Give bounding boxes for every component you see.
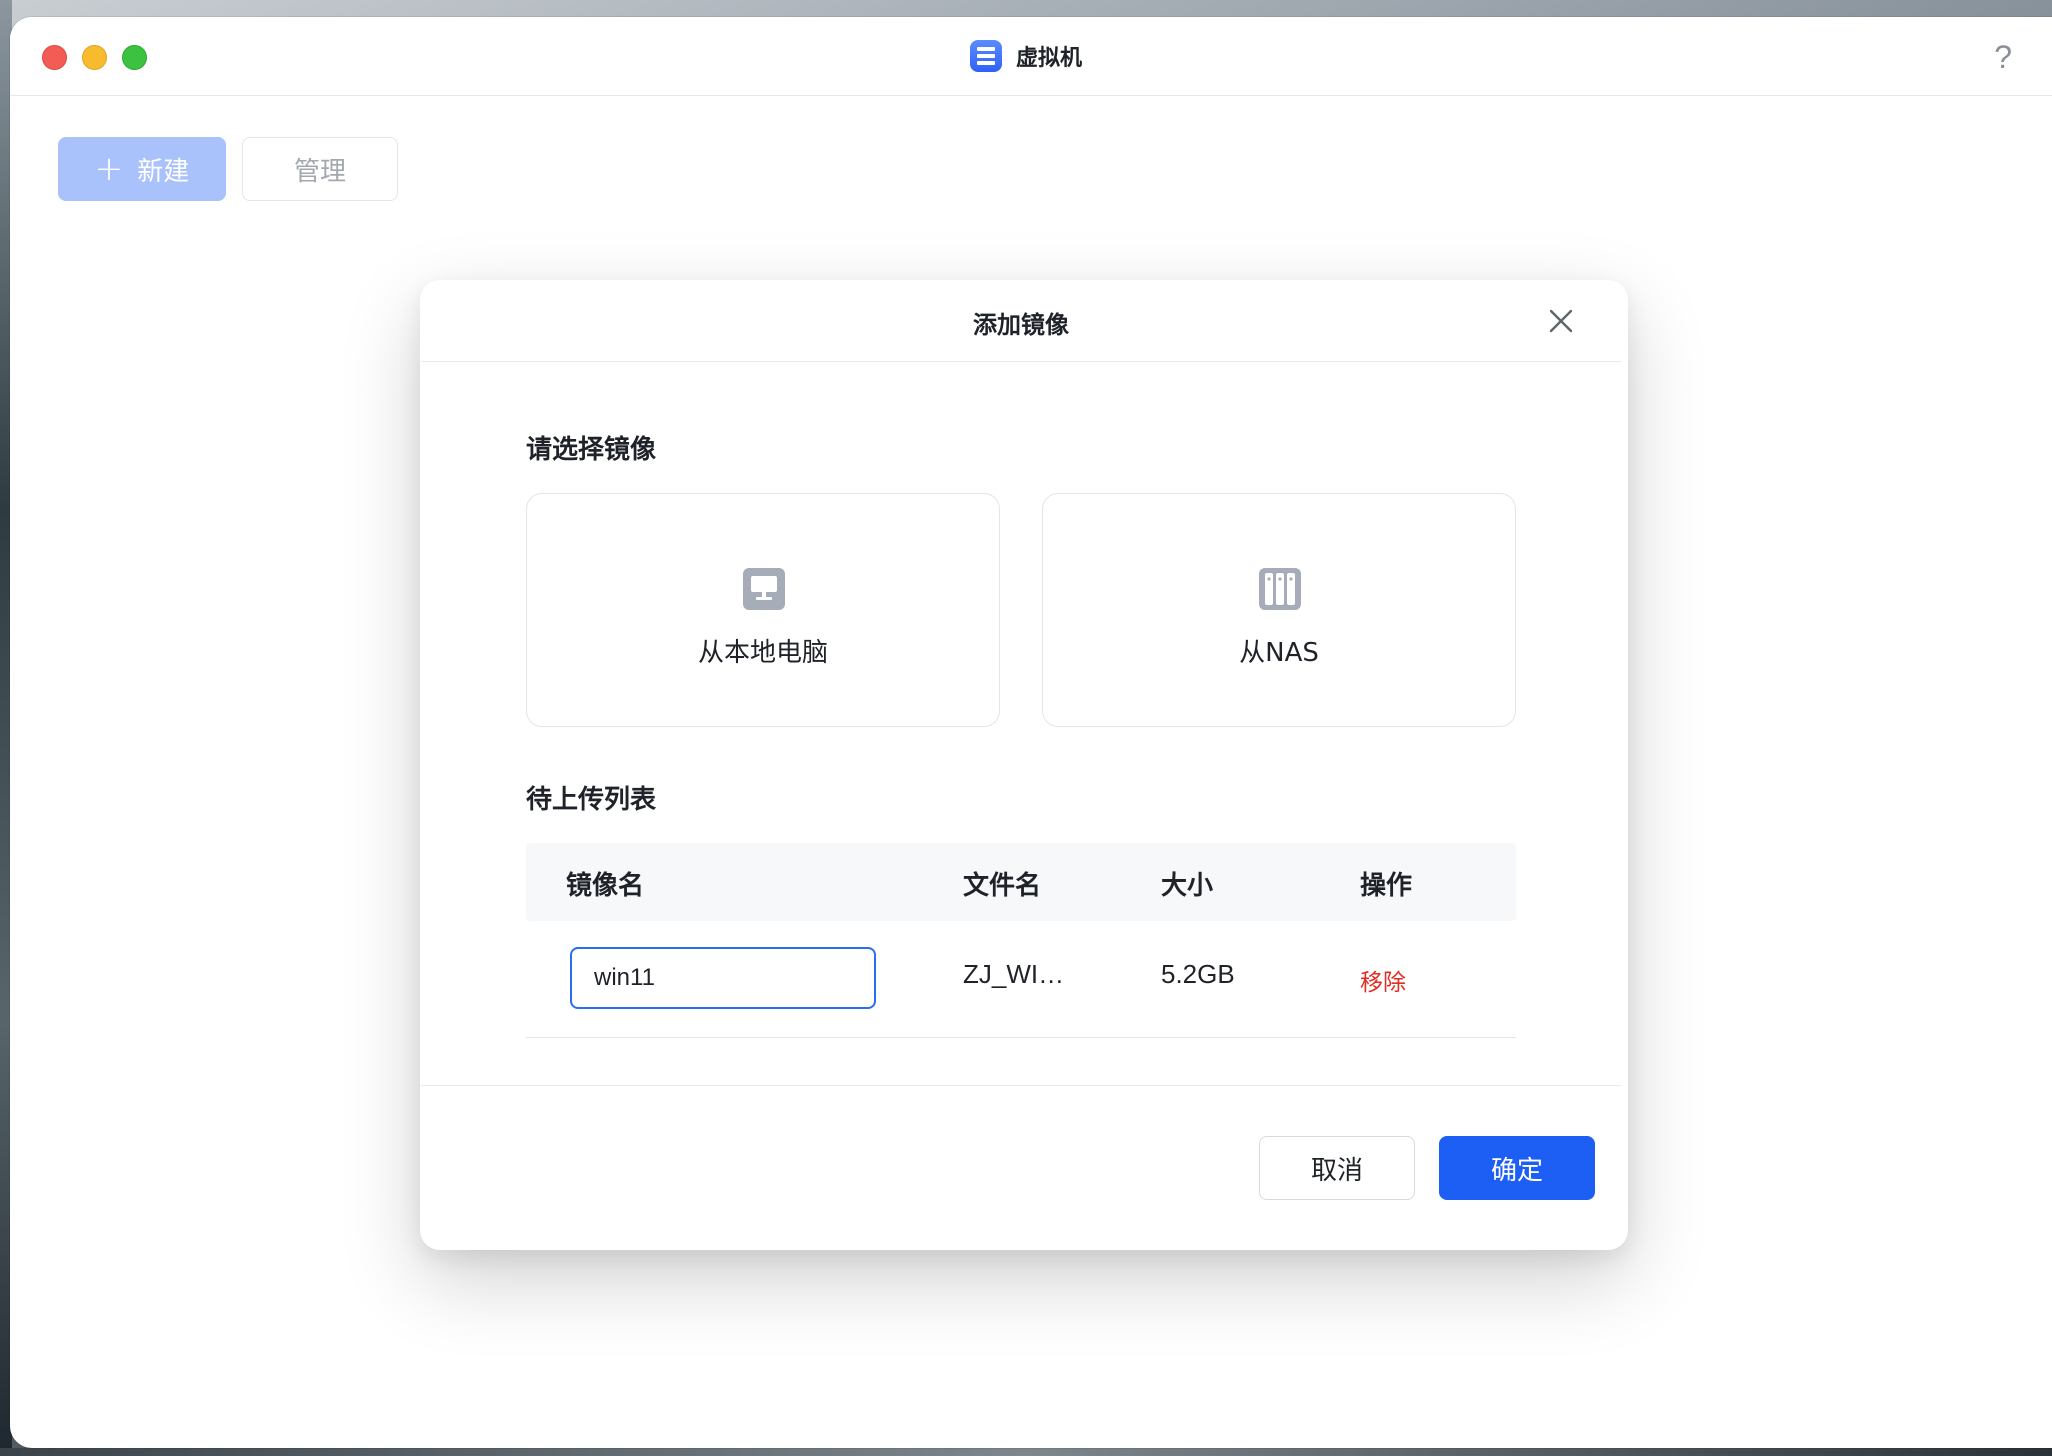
virtual-machine-app-icon — [970, 40, 1002, 72]
close-icon[interactable] — [1545, 305, 1577, 337]
source-card-label: 从本地电脑 — [697, 638, 828, 668]
select-image-title: 请选择镜像 — [526, 435, 657, 465]
cancel-button-label: 取消 — [1310, 1155, 1363, 1186]
minimize-window-button[interactable] — [82, 45, 107, 70]
table-row: ZJ_WI… 5.2GB 移除 — [526, 921, 1516, 1038]
upload-table: 镜像名 文件名 大小 操作 ZJ_WI… 5.2GB 移除 — [526, 843, 1516, 1038]
confirm-button[interactable]: 确定 — [1439, 1136, 1595, 1200]
column-header-file-name: 文件名 — [963, 871, 1042, 901]
window-title: 虚拟机 — [970, 37, 1082, 75]
close-window-button[interactable] — [42, 45, 67, 70]
source-card-local-computer[interactable]: 从本地电脑 — [526, 493, 1000, 727]
new-button[interactable]: + 新建 — [58, 137, 226, 201]
computer-icon — [743, 568, 785, 610]
upload-list-title: 待上传列表 — [526, 785, 657, 815]
window-title-text: 虚拟机 — [1016, 46, 1083, 71]
dialog-header: 添加镜像 — [421, 281, 1621, 362]
manage-button-label: 管理 — [293, 156, 346, 187]
size-cell: 5.2GB — [1161, 959, 1235, 989]
table-header: 镜像名 文件名 大小 操作 — [526, 843, 1516, 921]
confirm-button-label: 确定 — [1490, 1155, 1543, 1186]
toolbar: + 新建 管理 — [58, 137, 398, 201]
help-icon[interactable]: ? — [1994, 39, 2012, 76]
image-name-input[interactable] — [570, 947, 876, 1009]
column-header-image-name: 镜像名 — [566, 871, 645, 901]
dialog-title: 添加镜像 — [973, 311, 1069, 339]
column-header-action: 操作 — [1360, 871, 1413, 901]
cancel-button[interactable]: 取消 — [1259, 1136, 1415, 1200]
source-card-nas[interactable]: 从NAS — [1042, 493, 1516, 727]
add-image-dialog: 添加镜像 请选择镜像 从本地电脑 从NAS 待上传列表 镜像名 文件名 大小 操… — [421, 281, 1621, 1249]
nas-icon — [1259, 568, 1301, 610]
file-name-cell: ZJ_WI… — [963, 959, 1065, 989]
remove-link[interactable]: 移除 — [1360, 963, 1406, 997]
footer-divider — [421, 1085, 1621, 1086]
desktop-wallpaper-bottom — [0, 1448, 2052, 1456]
new-button-label: 新建 — [137, 156, 190, 187]
plus-icon: + — [94, 149, 124, 189]
source-card-label: 从NAS — [1239, 638, 1319, 668]
column-header-size: 大小 — [1161, 871, 1214, 901]
manage-button[interactable]: 管理 — [242, 137, 398, 201]
zoom-window-button[interactable] — [122, 45, 147, 70]
title-bar: 虚拟机 ? — [10, 17, 2052, 96]
